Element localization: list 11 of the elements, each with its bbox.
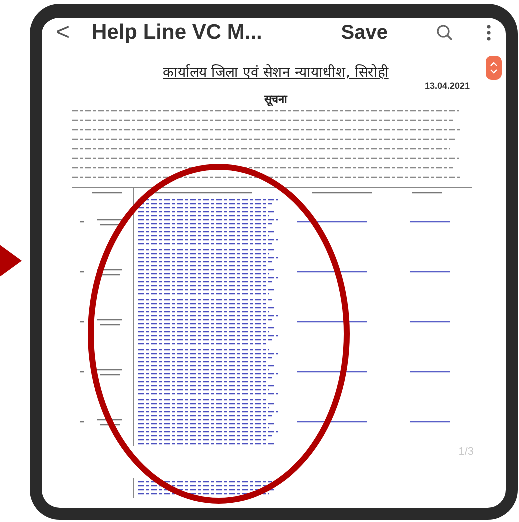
scroll-handle[interactable]: [486, 56, 502, 80]
back-button[interactable]: <: [56, 19, 82, 47]
search-icon[interactable]: [436, 24, 454, 42]
pointer-arrow-icon: [0, 245, 22, 277]
document-heading: कार्यालय जिला एवं सेशन न्यायाधीश, सिरोही: [162, 64, 390, 81]
notice-heading: सूचना: [263, 92, 289, 106]
save-button[interactable]: Save: [341, 22, 388, 44]
document-title: Help Line VC M...: [92, 21, 264, 45]
chevron-icon: [490, 61, 498, 75]
document-date: 13.04.2021: [424, 81, 470, 91]
more-icon[interactable]: [486, 24, 492, 42]
